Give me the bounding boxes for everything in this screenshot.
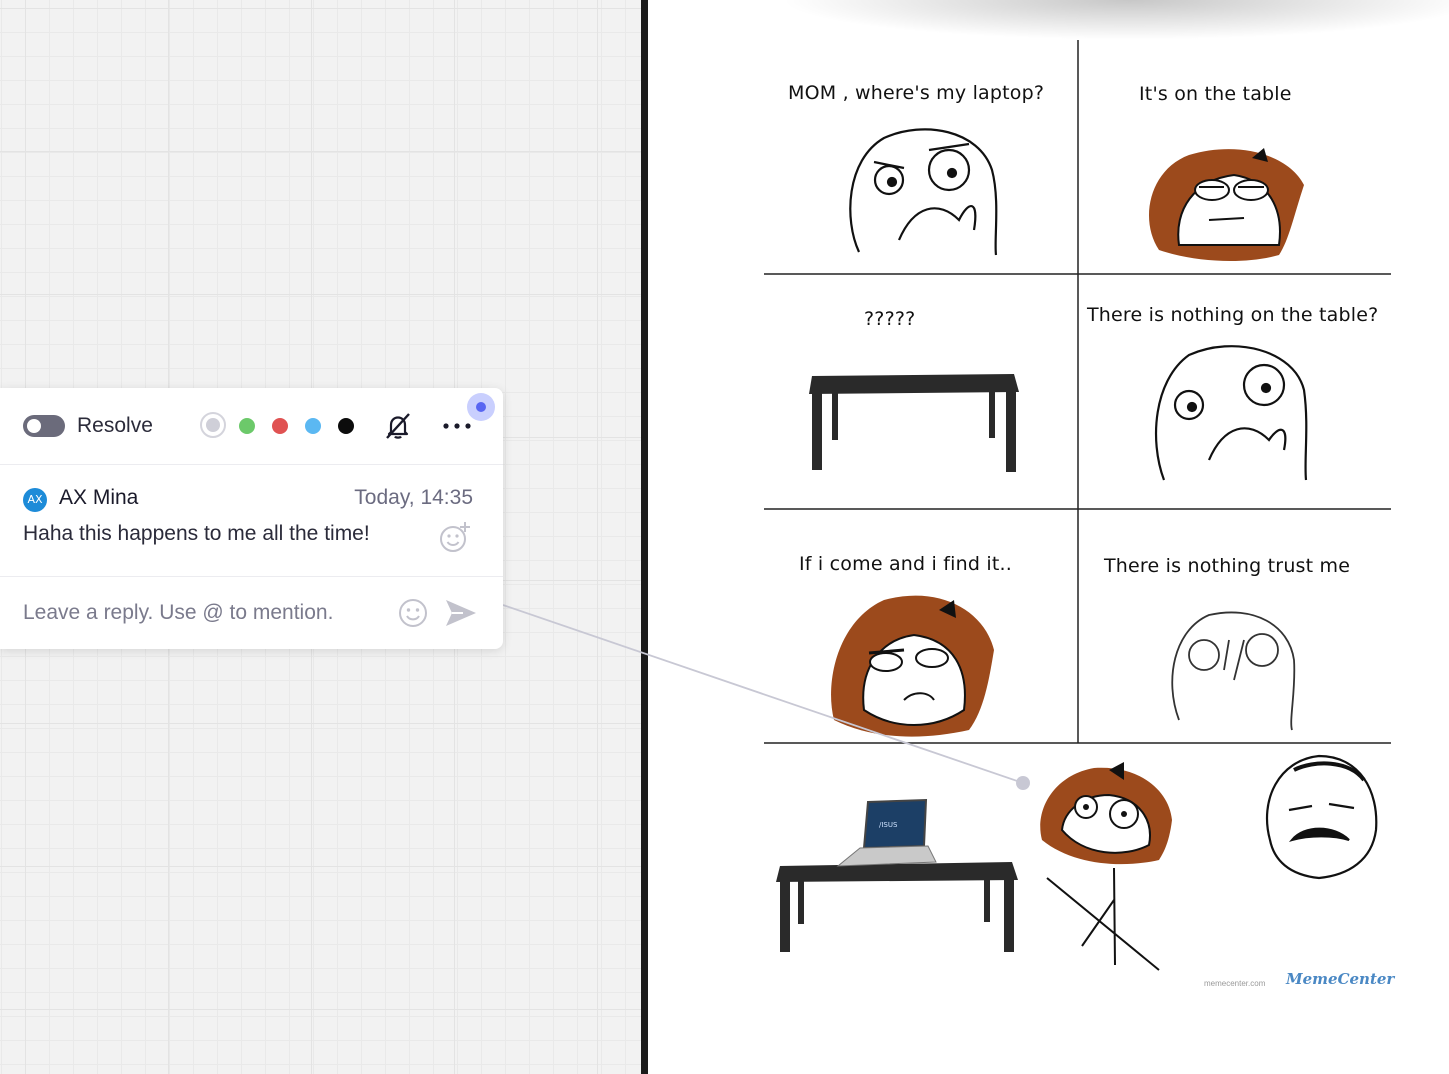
- rage-face-3: [1171, 611, 1296, 731]
- comment-header: Resolve: [0, 388, 503, 465]
- woman-face-1: [1149, 148, 1304, 262]
- woman-face-2: [831, 595, 994, 737]
- mute-notifications-icon[interactable]: [383, 411, 413, 441]
- color-option-red[interactable]: [272, 418, 288, 434]
- watermark-site: memecenter.com: [1204, 979, 1266, 988]
- comment-text: Haha this happens to me all the time!: [23, 522, 370, 545]
- color-option-green[interactable]: [239, 418, 255, 434]
- empty-table: [809, 374, 1019, 472]
- avatar[interactable]: AX: [23, 488, 47, 512]
- watermark-logo: MemeCenter: [1286, 970, 1395, 988]
- rage-face-1: [849, 128, 998, 256]
- caption-1: MOM , where's my laptop?: [788, 82, 1045, 104]
- color-option-black[interactable]: [338, 418, 354, 434]
- reply-composer: [0, 577, 503, 649]
- rage-comic-image[interactable]: /ISUS MOM , where's my laptop? It's on t…: [764, 40, 1395, 992]
- caption-3: ?????: [864, 308, 916, 330]
- send-icon[interactable]: [443, 597, 479, 629]
- unread-indicator: [467, 393, 495, 421]
- comment-thread-card: Resolve AX AX Mina Today, 14:35 Haha thi…: [0, 388, 503, 649]
- caption-4: There is nothing on the table?: [1087, 304, 1379, 326]
- frame-border: [641, 0, 648, 1074]
- caption-6: There is nothing trust me: [1104, 555, 1351, 577]
- rage-face-2: [1155, 345, 1308, 481]
- caption-2: It's on the table: [1139, 83, 1292, 105]
- old-man-face: [1265, 754, 1378, 880]
- table-with-laptop: [776, 862, 1018, 952]
- caption-5: If i come and i find it..: [799, 553, 1012, 575]
- comment-message: AX AX Mina Today, 14:35 Haha this happen…: [0, 464, 503, 577]
- reply-input[interactable]: [23, 597, 383, 629]
- resolve-toggle[interactable]: [23, 415, 65, 437]
- add-reaction-icon[interactable]: [438, 520, 472, 554]
- emoji-icon[interactable]: [397, 597, 429, 629]
- comic-artwork: /ISUS: [764, 40, 1391, 971]
- comment-timestamp: Today, 14:35: [354, 486, 473, 509]
- more-options-icon[interactable]: [441, 416, 475, 436]
- woman-shocked: [1040, 762, 1172, 971]
- svg-text:/ISUS: /ISUS: [879, 821, 898, 829]
- resolve-label: Resolve: [77, 414, 153, 437]
- author-name[interactable]: AX Mina: [59, 486, 138, 510]
- color-option-blue[interactable]: [305, 418, 321, 434]
- color-option-gray-selected[interactable]: [200, 412, 226, 438]
- laptop: /ISUS: [836, 798, 937, 867]
